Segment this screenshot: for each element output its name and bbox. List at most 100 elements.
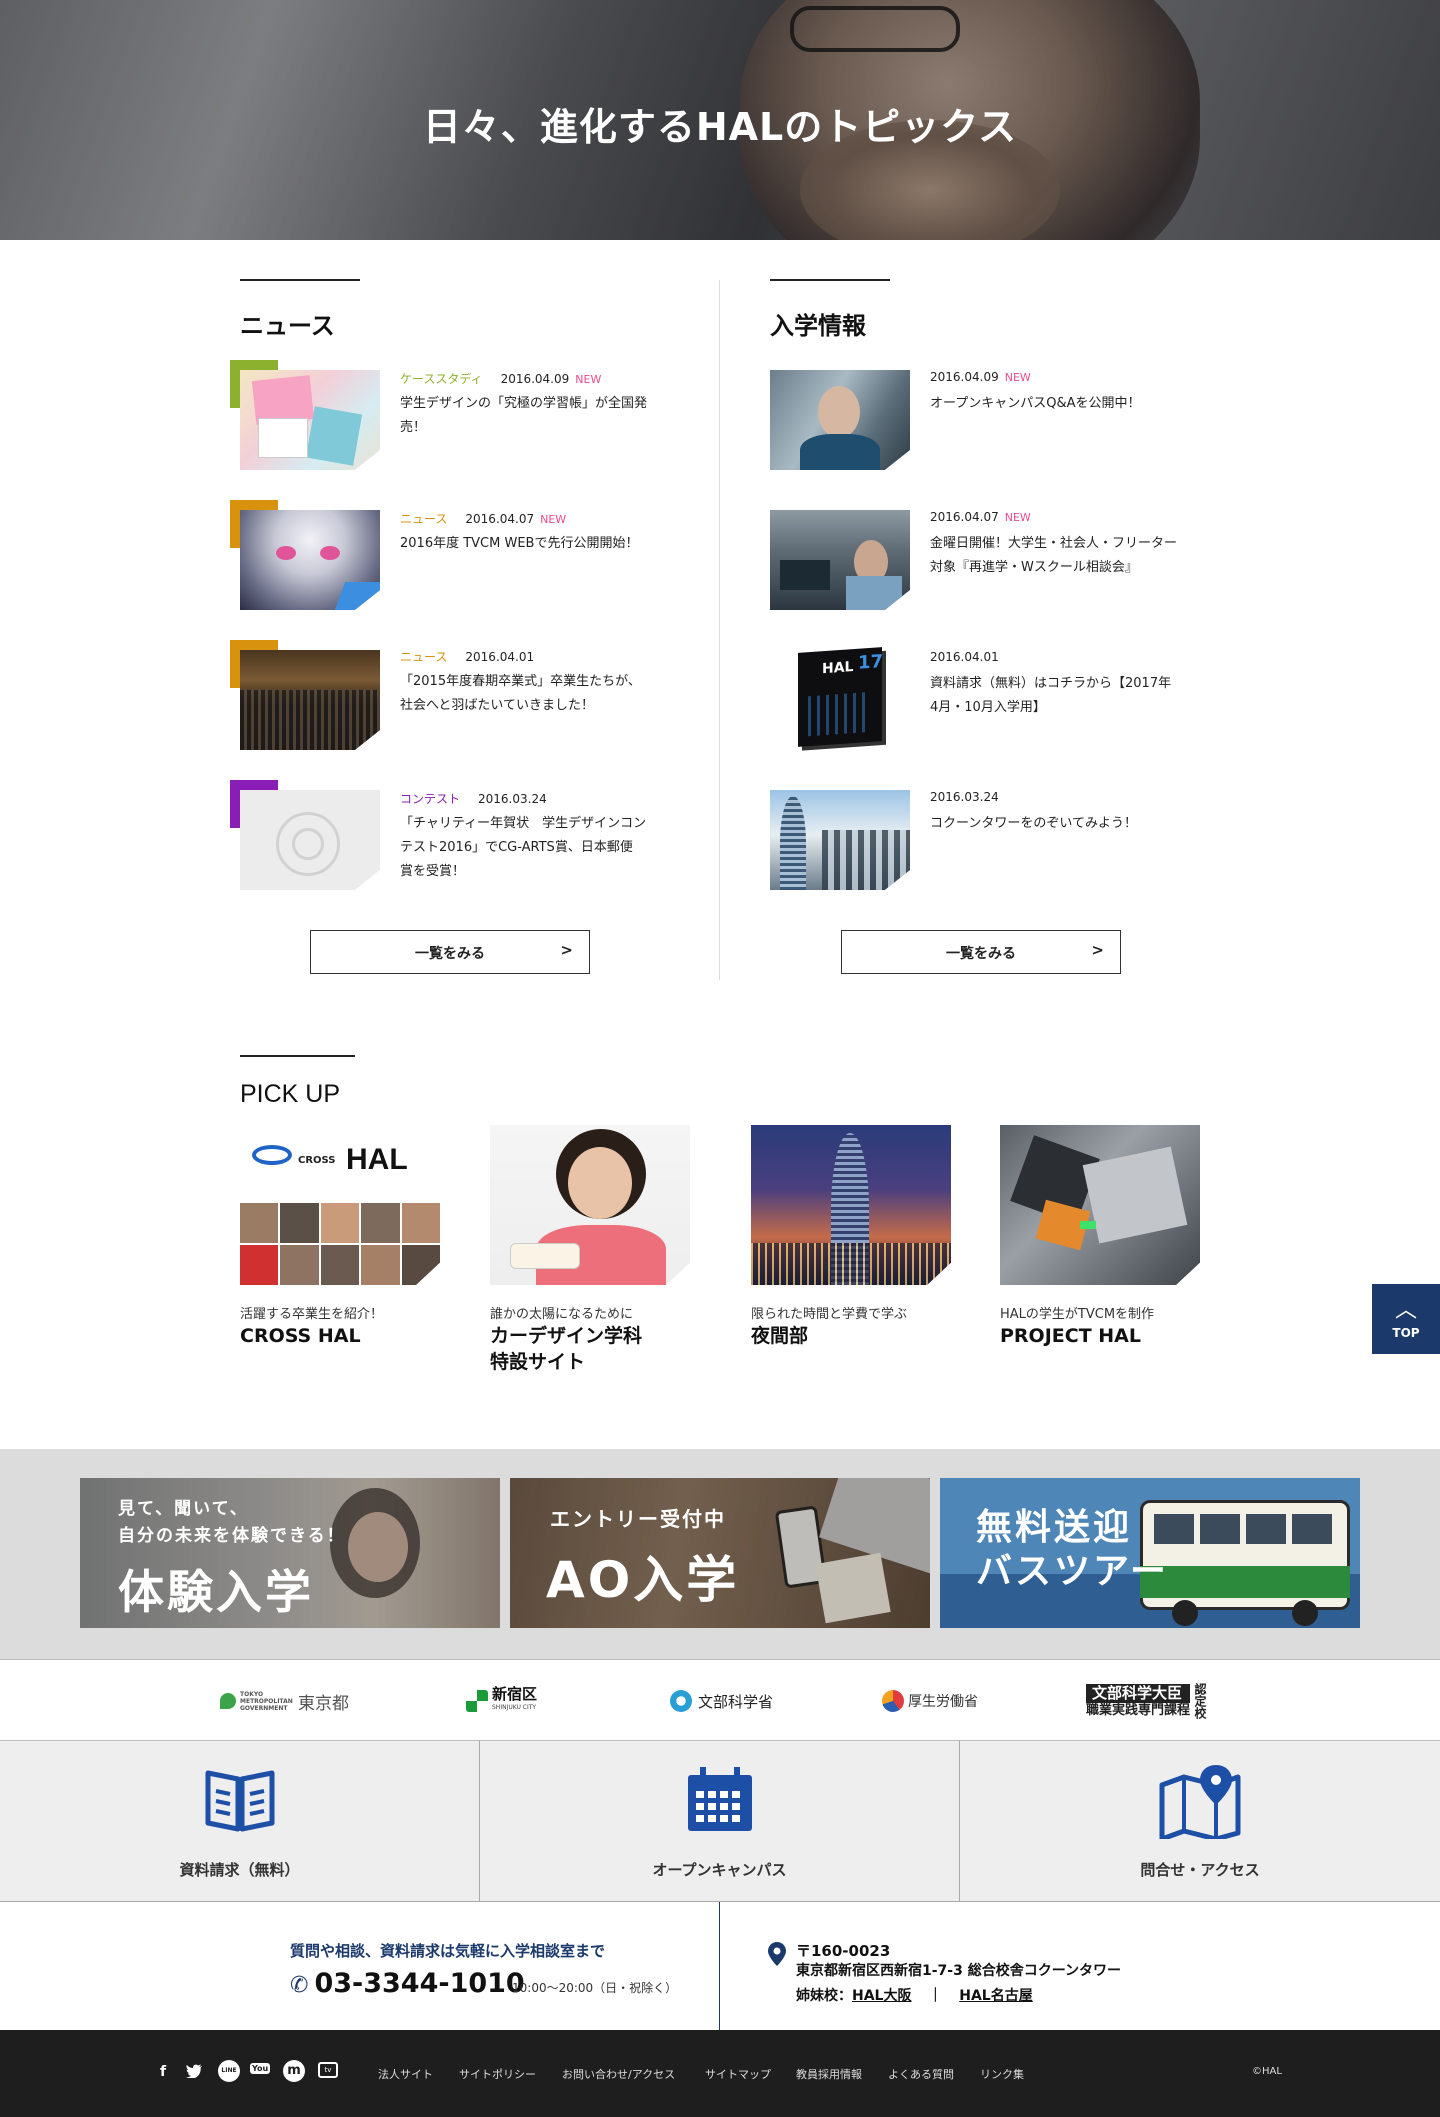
admission-title: 入学情報 (770, 312, 866, 340)
twitter-icon[interactable] (186, 2064, 202, 2082)
mext-logo[interactable]: 文部科学省 (670, 1683, 773, 1719)
pickup-image (490, 1125, 690, 1285)
shinjuku-logo[interactable]: 新宿区 SHINJUKU CITY (466, 1683, 537, 1719)
column-divider (719, 280, 720, 980)
pickup-subtitle: 限られた時間と学費で学ぶ (751, 1307, 908, 1322)
pickup-title-text: カーデザイン学科 特設サイト (490, 1325, 643, 1373)
news-thumbnail (240, 650, 380, 750)
new-badge: NEW (1004, 371, 1031, 384)
pickup-image (751, 1125, 951, 1285)
admission-text-line: 資料請求（無料）はコチラから【2017年 (930, 676, 1172, 691)
pickup-subtitle: HALの学生がTVCMを制作 (1000, 1307, 1155, 1322)
map-pin-icon (1158, 1763, 1242, 1843)
open-campus-tile[interactable]: オープンキャンパス (480, 1741, 960, 1901)
sister-schools: 姉妹校：HAL大阪 ｜ HAL名古屋 (796, 1988, 1033, 2004)
pickup-title-rule (240, 1055, 355, 1057)
mhlw-logo[interactable]: 厚生労働省 (882, 1683, 978, 1719)
news-text-line: テスト2016」でCG-ARTS賞、日本郵便 (400, 840, 633, 855)
pickup-title-text: PROJECT HAL (1000, 1325, 1141, 1347)
news-date: 2016.04.09 (500, 372, 570, 386)
chevron-right-icon: > (560, 941, 573, 959)
admission-thumbnail (770, 370, 910, 470)
news-date: 2016.04.01 (465, 650, 535, 664)
news-more-button[interactable]: 一覧をみる > (310, 930, 590, 974)
location-pin-icon (768, 1942, 786, 1970)
tv-icon[interactable]: tv (318, 2062, 338, 2078)
news-text-line: 社会へと羽ばたいていきました！ (400, 698, 594, 713)
admission-text-line: コクーンタワーをのぞいてみよう！ (930, 816, 1137, 831)
facebook-icon[interactable]: f (160, 2064, 166, 2080)
address: 東京都新宿区西新宿1-7-3 総合校舎コクーンタワー (796, 1963, 1122, 1979)
pickup-subtitle: 活躍する卒業生を紹介！ (240, 1307, 384, 1322)
footer-link[interactable]: サイトマップ (705, 2066, 771, 2082)
banner-ao-admission[interactable]: エントリー受付中 AO入学 (510, 1478, 930, 1628)
footer-link[interactable]: 法人サイト (378, 2066, 433, 2082)
news-text-line: 2016年度 TVCM WEBで先行公開開始！ (400, 536, 639, 551)
admission-date: 2016.04.09 (930, 370, 999, 384)
mext-mark-icon (670, 1690, 692, 1712)
news-text-line: 「チャリティー年賀状 学生デザインコン (400, 816, 647, 831)
footer-link[interactable]: リンク集 (980, 2066, 1024, 2082)
pickup-image (1000, 1125, 1200, 1285)
admission-text-line: 対象『再進学・Wスクール相談会』 (930, 560, 1138, 575)
admission-title-rule (770, 279, 890, 281)
book-icon (204, 1763, 276, 1839)
pickup-image: CROSS HAL (240, 1125, 440, 1285)
chevron-up-icon: ︿ (1394, 1298, 1417, 1323)
admission-thumbnail (770, 790, 910, 890)
footer-link[interactable]: よくある質問 (888, 2066, 954, 2082)
admission-thumbnail (770, 510, 910, 610)
hero-banner: 日々、進化するHALのトピックス (0, 0, 1440, 240)
news-date: 2016.04.07 (465, 512, 535, 526)
tokyo-logo[interactable]: TOKYO METROPOLITAN GOVERNMENT 東京都 (220, 1683, 349, 1719)
banner-free-bus-tour[interactable]: 無料送迎 バスツアー (940, 1478, 1360, 1628)
news-category: ニュース (400, 512, 448, 526)
footer: f LINE You m tv 法人サイト サイトポリシー お問い合わせ/アクセ… (0, 2030, 1440, 2117)
sister-link-osaka[interactable]: HAL大阪 (852, 1988, 911, 2004)
new-badge: NEW (1004, 511, 1031, 524)
admission-more-button[interactable]: 一覧をみる > (841, 930, 1121, 974)
pickup-title-text: CROSS HAL (240, 1325, 361, 1347)
banner-trial-admission[interactable]: 見て、聞いて、 自分の未来を体験できる！ 体験入学 (80, 1478, 500, 1628)
contact-lead: 質問や相談、資料請求は気軽に入学相談室まで (290, 1942, 606, 1960)
phone-icon: ✆ (290, 1973, 309, 1998)
contact-phone[interactable]: ✆ 03-3344-1010 (290, 1968, 525, 1999)
footer-link[interactable]: サイトポリシー (459, 2066, 536, 2082)
calendar-icon (684, 1763, 756, 1839)
brochure-thumbnail: HAL 17 (798, 647, 883, 747)
line-icon[interactable]: LINE (218, 2060, 240, 2082)
mixi-icon[interactable]: m (283, 2060, 305, 2082)
postal-code: 〒160-0023 (796, 1942, 891, 1960)
admission-date: 2016.04.01 (930, 650, 999, 664)
news-title: ニュース (240, 312, 335, 340)
contact-access-tile[interactable]: 問合せ・アクセス (960, 1741, 1440, 1901)
hero-title: 日々、進化するHALのトピックス (422, 105, 1018, 149)
youtube-icon[interactable]: You (250, 2063, 271, 2074)
admission-text-line: 金曜日開催！大学生・社会人・フリーター (930, 536, 1178, 551)
news-category: コンテスト (400, 792, 461, 806)
back-to-top-button[interactable]: ︿ TOP (1372, 1284, 1440, 1354)
pickup-title-text: 夜間部 (751, 1325, 809, 1347)
copyright: ©HAL (1252, 2066, 1282, 2077)
footer-link[interactable]: 教員採用情報 (796, 2066, 862, 2082)
news-category: ニュース (400, 650, 448, 664)
news-text-line: 売！ (400, 420, 427, 435)
pickup-title: PICK UP (240, 1080, 341, 1108)
brochure-request-tile[interactable]: 資料請求（無料） (0, 1741, 480, 1901)
chevron-right-icon: > (1091, 941, 1104, 959)
ginkgo-icon (220, 1693, 236, 1709)
contact-hours: 10:00〜20:00（日・祝除く） (512, 1981, 678, 1995)
news-thumbnail (240, 370, 380, 470)
sister-link-nagoya[interactable]: HAL名古屋 (959, 1988, 1032, 2004)
news-title-rule (240, 279, 360, 281)
admission-text-line: 4月・10月入学用】 (930, 700, 1046, 715)
certification-logo[interactable]: 文部科学大臣 職業実践専門課程 認定校 (1086, 1683, 1209, 1719)
footer-link[interactable]: お問い合わせ/アクセス (562, 2066, 675, 2082)
news-thumbnail (240, 510, 380, 610)
pickup-subtitle: 誰かの太陽になるために (490, 1307, 634, 1322)
new-badge: NEW (575, 373, 602, 386)
news-thumbnail (240, 790, 380, 890)
news-text-line: 学生デザインの「究極の学習帳」が全国発 (400, 396, 648, 411)
news-date: 2016.03.24 (478, 792, 547, 806)
news-text-line: 「2015年度春期卒業式」卒業生たちが、 (400, 674, 641, 689)
